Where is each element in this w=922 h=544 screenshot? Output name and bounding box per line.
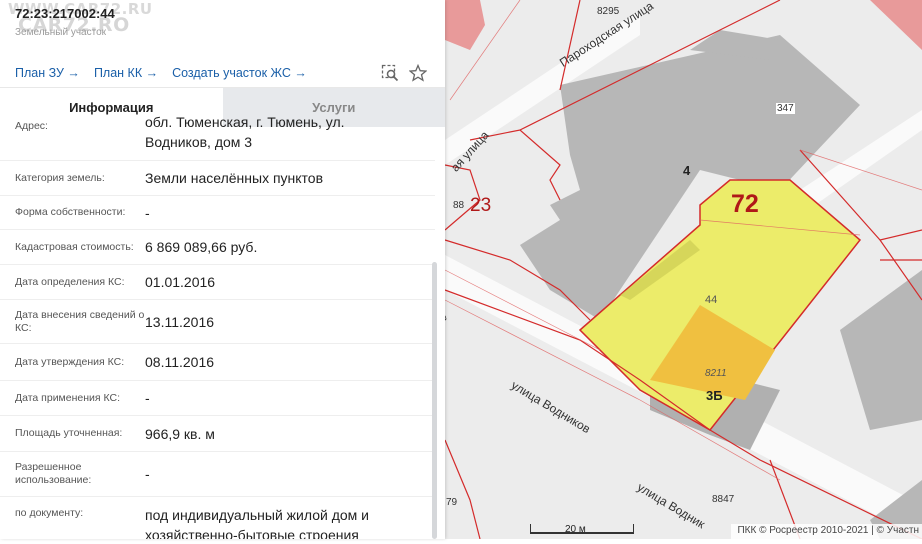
row-value: 08.11.2016 bbox=[145, 354, 215, 370]
row-value: под индивидуальный жилой дом и хозяйстве… bbox=[145, 507, 369, 539]
row-address: Адрес: обл. Тюменская, г. Тюмень, ул. Во… bbox=[0, 112, 435, 161]
row-value: обл. Тюменская, г. Тюмень, ул. Водников,… bbox=[145, 114, 345, 150]
map-number-8211: 8211 bbox=[705, 368, 727, 379]
row-label: Разрешенное использование: bbox=[15, 461, 92, 486]
map-number-8295: 8295 bbox=[597, 6, 620, 17]
row-by-document: по документу: под индивидуальный жилой д… bbox=[0, 497, 435, 539]
row-label: Дата внесения сведений о КС: bbox=[15, 308, 145, 334]
row-label: Адрес: bbox=[15, 120, 48, 132]
row-label: Дата утверждения КС: bbox=[15, 355, 125, 368]
zoom-to-parcel-icon[interactable] bbox=[381, 64, 399, 82]
map-number-79: 79 bbox=[446, 497, 458, 508]
parcel-type: Земельный участок bbox=[15, 27, 107, 38]
panel-tools bbox=[381, 64, 427, 82]
map-number-8847: 8847 bbox=[712, 494, 735, 505]
row-ownership: Форма собственности: - bbox=[0, 196, 435, 230]
row-label: по документу: bbox=[15, 507, 84, 519]
parcel-info-list[interactable]: Адрес: обл. Тюменская, г. Тюмень, ул. Во… bbox=[0, 112, 435, 539]
map-number-44: 44 bbox=[705, 294, 718, 306]
row-permitted-use: Разрешенное использование: - bbox=[0, 452, 435, 497]
scale-label: 20 м bbox=[565, 524, 586, 535]
parcel-cadastral-number: 72:23:217002:44 bbox=[15, 6, 115, 21]
row-value: Земли населённых пунктов bbox=[145, 170, 324, 186]
row-cadastral-value: Кадастровая стоимость: 6 869 089,66 руб. bbox=[0, 230, 435, 265]
create-parcel-link[interactable]: Создать участок ЖС → bbox=[172, 66, 307, 82]
row-label: Дата применения КС: bbox=[15, 391, 121, 404]
row-label: Дата определения КС: bbox=[15, 275, 125, 288]
row-ks-entry-date: Дата внесения сведений о КС: 13.11.2016 bbox=[0, 300, 435, 344]
row-value: - bbox=[145, 466, 150, 482]
map-number-3b: 3Б bbox=[706, 388, 723, 403]
map-number-4: 4 bbox=[683, 163, 691, 178]
row-area: Площадь уточненная: 966,9 кв. м bbox=[0, 416, 435, 452]
row-ks-apply-date: Дата применения КС: - bbox=[0, 381, 435, 416]
plan-kk-link[interactable]: План КК → bbox=[94, 66, 158, 82]
map-attribution: ПКК © Росреестр 2010-2021 | © Участн bbox=[731, 524, 922, 539]
row-value: 6 869 089,66 руб. bbox=[145, 239, 258, 255]
row-value: 966,9 кв. м bbox=[145, 425, 215, 442]
map-number-23: 23 bbox=[470, 195, 492, 216]
map-number-72: 72 bbox=[731, 190, 759, 218]
plan-zu-link[interactable]: План ЗУ → bbox=[15, 66, 80, 82]
info-panel: WWW.CAR72.RU CAR72.RO 72:23:217002:44 Зе… bbox=[0, 0, 445, 539]
row-label: Площадь уточненная: bbox=[15, 427, 123, 439]
row-value: - bbox=[145, 390, 150, 406]
row-label: Категория земель: bbox=[15, 171, 105, 184]
row-value: 13.11.2016 bbox=[145, 313, 215, 330]
row-value: 01.01.2016 bbox=[145, 274, 216, 290]
row-label: Форма собственности: bbox=[15, 206, 126, 218]
map-number-347: 347 bbox=[776, 103, 795, 114]
action-links: План ЗУ → План КК → Создать участок ЖС → bbox=[15, 66, 307, 82]
panel-header: WWW.CAR72.RU CAR72.RO 72:23:217002:44 Зе… bbox=[0, 0, 445, 62]
row-land-category: Категория земель: Земли населённых пункт… bbox=[0, 161, 435, 196]
row-label: Кадастровая стоимость: bbox=[15, 240, 134, 253]
map-number-88: 88 bbox=[453, 200, 465, 211]
panel-scrollbar[interactable] bbox=[432, 262, 437, 539]
favorite-star-icon[interactable] bbox=[409, 64, 427, 82]
row-ks-date: Дата определения КС: 01.01.2016 bbox=[0, 265, 435, 300]
row-ks-approve-date: Дата утверждения КС: 08.11.2016 bbox=[0, 344, 435, 381]
row-value: - bbox=[145, 204, 150, 221]
